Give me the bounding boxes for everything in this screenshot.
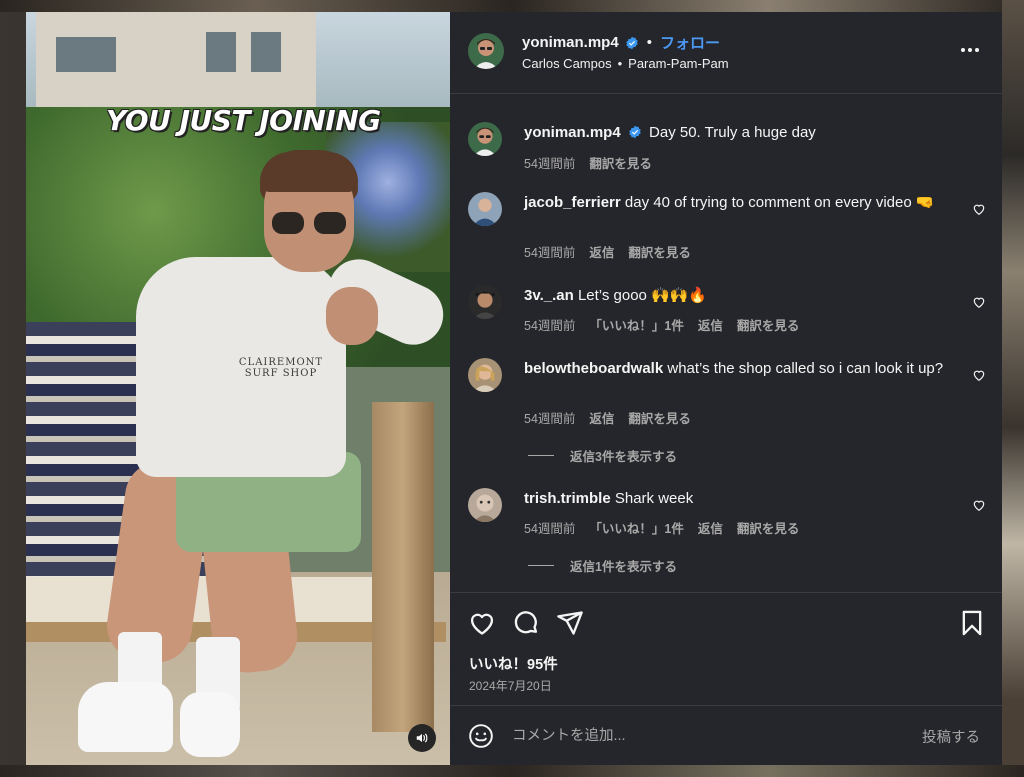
comment-composer: 投稿する (450, 705, 1002, 766)
comment-avatar[interactable] (468, 488, 502, 522)
comment-text-line: 3v._.an Let’s gooo 🙌🙌🔥 (524, 285, 944, 306)
share-send-icon[interactable] (556, 609, 584, 637)
comment-text: day 40 of trying to comment on every vid… (624, 194, 935, 211)
replies-divider-line (528, 565, 554, 566)
comment-meta: 54週間前 返信 翻訳を見る (524, 408, 691, 427)
post-side-panel: yoniman.mp4 • フォロー Carlos Campos • Param… (450, 12, 1002, 765)
comments-list[interactable]: yoniman.mp4 Day 50. Truly a huge day 54週… (450, 94, 1002, 592)
comment-likes-count[interactable]: 「いいね！」1件 (589, 315, 683, 334)
speaker-icon (416, 733, 428, 743)
translate-button[interactable]: 翻訳を見る (628, 408, 691, 427)
video-house (36, 12, 316, 112)
author-avatar[interactable] (468, 33, 504, 69)
comment-text: what’s the shop called so i can look it … (667, 360, 944, 377)
comment-text-line: belowtheboardwalk what’s the shop called… (524, 358, 944, 379)
audio-artist[interactable]: Carlos Campos (522, 56, 612, 71)
background-strip-right (1002, 0, 1024, 777)
video-overlay-text: YOU JUST JOINING (106, 104, 381, 137)
comment-bubble-icon[interactable] (512, 609, 540, 637)
verified-badge-icon (625, 36, 638, 49)
follow-button[interactable]: フォロー (660, 32, 720, 53)
post-header: yoniman.mp4 • フォロー Carlos Campos • Param… (450, 12, 1002, 94)
heart-icon[interactable] (972, 368, 986, 382)
audio-separator: • (617, 56, 623, 71)
header-separator: • (646, 34, 652, 51)
caption-text-line: yoniman.mp4 Day 50. Truly a huge day (524, 122, 944, 143)
background-strip-bottom (0, 765, 1024, 777)
comment-username[interactable]: 3v._.an (524, 287, 574, 304)
more-options-button[interactable] (955, 40, 985, 60)
comment-text: Let’s gooo 🙌🙌🔥 (577, 287, 708, 304)
caption-avatar[interactable] (468, 122, 502, 156)
translate-button[interactable]: 翻訳を見る (737, 518, 800, 537)
more-horizontal-icon (961, 48, 979, 52)
video-shoe-right (180, 692, 240, 757)
comment-time[interactable]: 54週間前 (524, 315, 575, 334)
comment-username[interactable]: trish.trimble (524, 490, 611, 507)
verified-badge-icon (629, 125, 641, 139)
background-strip-top (0, 0, 1024, 12)
reply-button[interactable]: 返信 (698, 315, 723, 334)
view-replies-label: 返信3件を表示する (570, 450, 677, 464)
comment-time[interactable]: 54週間前 (524, 408, 575, 427)
replies-divider-line (528, 455, 554, 456)
mute-button[interactable] (408, 724, 436, 752)
video-shirt-print: CLAIREMONT SURF SHOP (238, 357, 324, 379)
translate-button[interactable]: 翻訳を見る (737, 315, 800, 334)
heart-icon[interactable] (972, 295, 986, 309)
comment-time[interactable]: 54週間前 (524, 518, 575, 537)
heart-icon[interactable] (972, 202, 986, 216)
comment-username[interactable]: jacob_ferrierr (524, 194, 621, 211)
emoji-icon[interactable] (468, 723, 494, 749)
comment-time[interactable]: 54週間前 (524, 242, 575, 261)
view-replies-button[interactable]: 返信3件を表示する (528, 446, 677, 465)
header-user-line: yoniman.mp4 • フォロー (522, 32, 720, 53)
comment-meta: 54週間前 「いいね！」1件 返信 翻訳を見る (524, 518, 799, 537)
like-heart-icon[interactable] (468, 609, 496, 637)
video-hand (326, 287, 378, 345)
reply-button[interactable]: 返信 (589, 242, 614, 261)
comment-avatar[interactable] (468, 285, 502, 319)
view-replies-label: 返信1件を表示する (570, 560, 677, 574)
post-actions: いいね！95件 2024年7月20日 (450, 592, 1002, 705)
heart-icon[interactable] (972, 498, 986, 512)
comment-avatar[interactable] (468, 358, 502, 392)
caption-text: Day 50. Truly a huge day (649, 124, 816, 141)
likes-count[interactable]: いいね！95件 (469, 653, 558, 674)
video-shoe-left (78, 682, 173, 752)
comment-meta: 54週間前 「いいね！」1件 返信 翻訳を見る (524, 315, 799, 334)
comment-text: Shark week (614, 490, 694, 507)
reply-button[interactable]: 返信 (698, 518, 723, 537)
reply-button[interactable]: 返信 (589, 408, 614, 427)
post-comment-button[interactable]: 投稿する (922, 726, 980, 747)
bookmark-icon[interactable] (958, 609, 986, 637)
caption-time[interactable]: 54週間前 (524, 153, 575, 172)
comment-text-line: trish.trimble Shark week (524, 488, 944, 509)
comment-username[interactable]: belowtheboardwalk (524, 360, 663, 377)
caption-username[interactable]: yoniman.mp4 (524, 124, 621, 141)
caption-translate-button[interactable]: 翻訳を見る (589, 153, 652, 172)
comment-meta: 54週間前 返信 翻訳を見る (524, 242, 691, 261)
comment-text-line: jacob_ferrierr day 40 of trying to comme… (524, 192, 944, 213)
comment-likes-count[interactable]: 「いいね！」1件 (589, 518, 683, 537)
post-date: 2024年7月20日 (469, 679, 552, 693)
video-sunglasses (272, 212, 348, 234)
view-replies-button[interactable]: 返信1件を表示する (528, 556, 677, 575)
caption-meta: 54週間前 翻訳を見る (524, 153, 652, 172)
audio-title[interactable]: Param-Pam-Pam (628, 56, 728, 71)
author-username[interactable]: yoniman.mp4 (522, 34, 619, 51)
audio-info[interactable]: Carlos Campos • Param-Pam-Pam (522, 56, 729, 71)
post-modal: CLAIREMONT SURF SHOP YOU JUST JOINING yo… (26, 12, 1002, 765)
translate-button[interactable]: 翻訳を見る (628, 242, 691, 261)
video-bench-arm (372, 402, 434, 732)
comment-avatar[interactable] (468, 192, 502, 226)
comment-input[interactable] (510, 722, 894, 750)
video-player[interactable]: CLAIREMONT SURF SHOP YOU JUST JOINING (26, 12, 450, 765)
